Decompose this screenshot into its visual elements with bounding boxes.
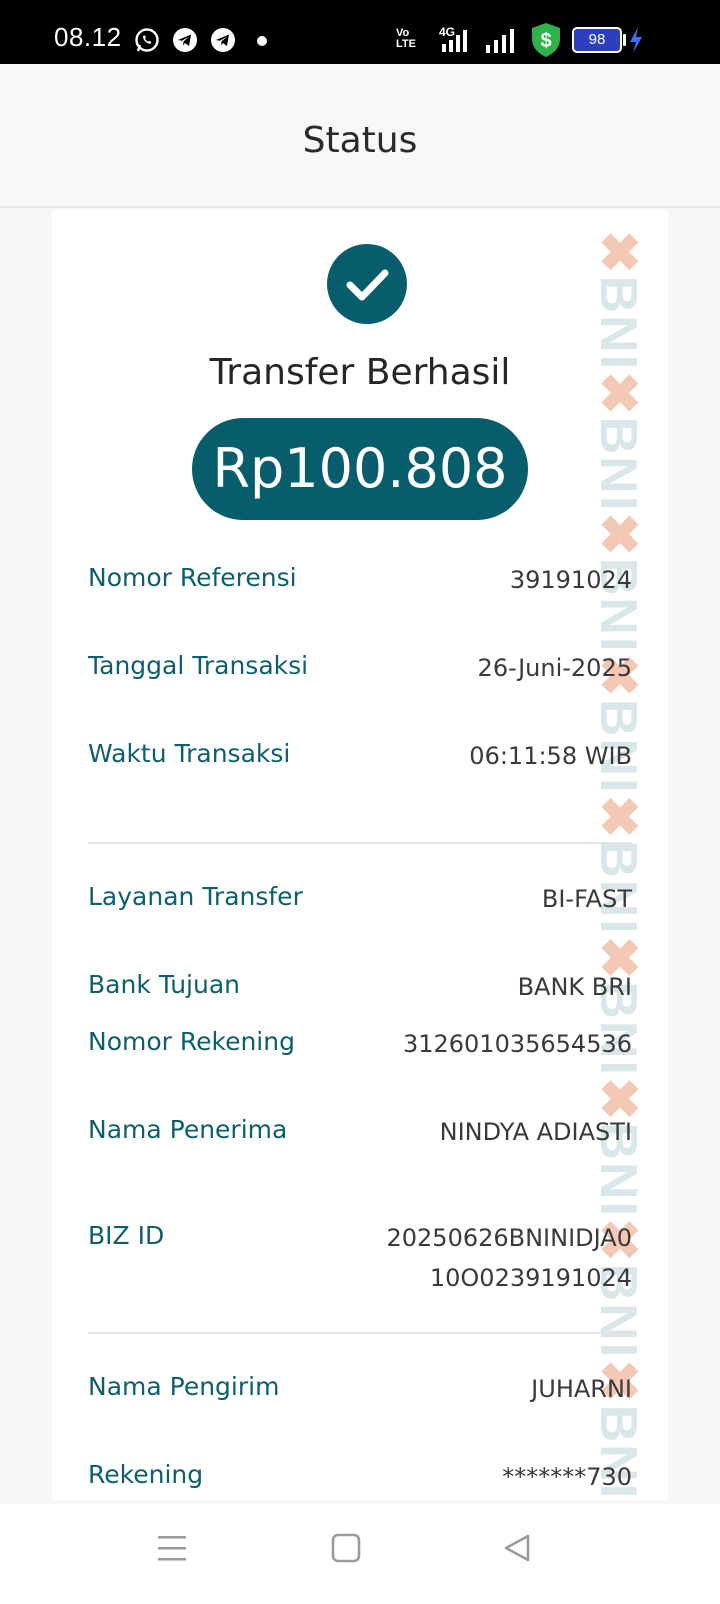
detail-value: BANK BRI: [517, 973, 632, 1001]
detail-label: Rekening: [88, 1460, 204, 1489]
transfer-amount: Rp100.808: [192, 418, 528, 520]
status-time: 08.12: [54, 22, 122, 52]
telegram-icon: [173, 28, 197, 52]
svg-text:$: $: [540, 30, 551, 52]
volte-icon: Vo LTE: [396, 27, 416, 50]
detail-row-sender: Nama Pengirim JUHARNI: [88, 1369, 632, 1445]
detail-row-service: Layanan Transfer BI-FAST: [88, 879, 632, 955]
detail-label: Nama Pengirim: [88, 1372, 280, 1401]
detail-row-date: Tanggal Transaksi 26-Juni-2025: [88, 648, 632, 724]
detail-row-bank: Bank Tujuan BANK BRI: [88, 967, 632, 1011]
detail-value: BI-FAST: [541, 885, 632, 913]
watermark-logo-mark: ✖: [589, 512, 647, 558]
telegram-icon: [211, 28, 235, 52]
detail-value: JUHARNI: [531, 1375, 632, 1403]
bni-watermark: ✖BNI✖BNI✖BNI✖BNI✖BNI✖BNI✖BNI✖BNI✖BNI✖BNI: [588, 230, 658, 1500]
detail-label: BIZ ID: [88, 1221, 165, 1250]
detail-label: Nomor Rekening: [88, 1027, 295, 1056]
detail-label: Layanan Transfer: [88, 882, 303, 911]
signal-icon: [486, 29, 514, 53]
detail-row-time: Waktu Transaksi 06:11:58 WIB: [88, 736, 632, 812]
watermark-word: BNI: [589, 416, 647, 513]
network-type-label: 4G: [439, 25, 455, 39]
watermark-text: ✖BNI✖BNI✖BNI✖BNI✖BNI✖BNI✖BNI✖BNI✖BNI✖BNI: [588, 230, 648, 1500]
detail-value: 26-Juni-2025: [477, 654, 632, 682]
detail-label: Nomor Referensi: [88, 563, 297, 592]
home-square-icon[interactable]: [330, 1532, 362, 1564]
whatsapp-icon: [135, 28, 159, 52]
page-title: Status: [302, 120, 418, 161]
battery-level: 98: [588, 31, 606, 48]
success-title: Transfer Berhasil: [209, 352, 511, 393]
detail-row-reference: Nomor Referensi 39191024: [88, 560, 632, 636]
battery-icon: 98: [572, 27, 622, 53]
watermark-logo-mark: ✖: [589, 230, 647, 276]
detail-value: *******730: [502, 1463, 632, 1491]
status-bar: 08.12 Vo LTE 4G $ 98: [0, 0, 720, 64]
success-check-icon: [327, 244, 407, 324]
detail-value: 20250626BNINIDJA0 10O0239191024: [386, 1224, 632, 1292]
section-divider: [88, 1332, 632, 1334]
detail-label: Nama Penerima: [88, 1115, 288, 1144]
signal-4g-icon: 4G: [439, 25, 467, 52]
detail-row-account-number: Nomor Rekening 312601035654536: [88, 1024, 632, 1100]
dollar-shield-icon: $: [532, 23, 560, 57]
battery-cap: [623, 34, 626, 46]
detail-value: 39191024: [509, 566, 632, 594]
section-divider: [88, 842, 632, 844]
detail-value: 312601035654536: [402, 1030, 632, 1058]
receipt-card: [52, 210, 668, 1500]
detail-row-sender-account: Rekening *******730: [88, 1457, 632, 1504]
detail-value: 06:11:58 WIB: [469, 742, 632, 770]
charging-bolt-icon: [630, 27, 642, 53]
menu-icon[interactable]: [156, 1532, 188, 1564]
notification-dot-icon: [257, 36, 267, 46]
detail-label: Tanggal Transaksi: [88, 651, 309, 680]
detail-row-recipient: Nama Penerima NINDYA ADIASTI: [88, 1112, 632, 1188]
detail-label: Waktu Transaksi: [88, 739, 291, 768]
back-triangle-icon[interactable]: [502, 1532, 534, 1564]
detail-value: NINDYA ADIASTI: [439, 1118, 632, 1146]
app-header: Status: [0, 64, 720, 208]
detail-row-biz-id: BIZ ID 20250626BNINIDJA0 10O0239191024: [88, 1218, 632, 1302]
system-nav-bar: [0, 1504, 720, 1604]
